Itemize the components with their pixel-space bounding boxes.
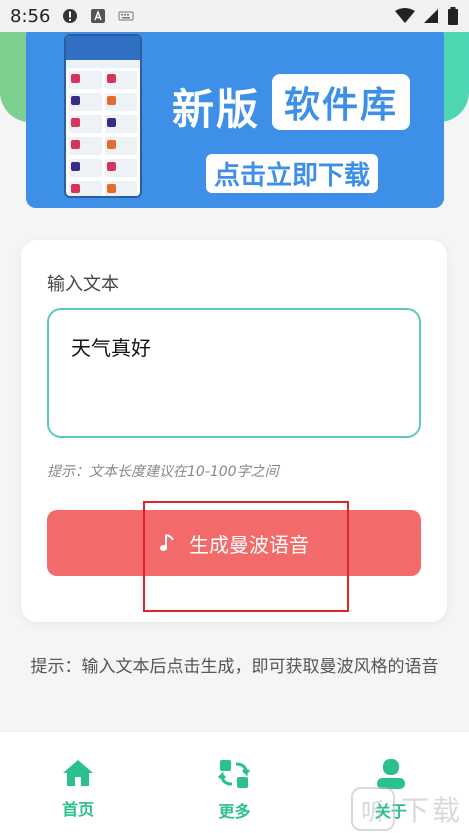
- music-note-icon: [160, 534, 174, 551]
- nav-label-more: 更多: [218, 802, 251, 821]
- status-bar: 8:56: [0, 0, 469, 32]
- status-right: [395, 7, 459, 25]
- text-input[interactable]: 天气真好: [47, 308, 421, 438]
- watermark: 听 下载: [350, 787, 463, 831]
- length-hint: 提示：文本长度建议在10-100字之间: [47, 464, 279, 480]
- user-icon: [376, 759, 405, 789]
- status-time: 8:56: [10, 5, 51, 27]
- usage-tip: 提示：输入文本后点击生成，即可获取曼波风格的语音: [30, 657, 439, 677]
- banner-title-library: 软件库: [272, 74, 411, 130]
- nav-label-home: 首页: [62, 800, 95, 819]
- banner-title-new: 新版: [172, 85, 261, 134]
- generate-voice-button[interactable]: 生成曼波语音: [47, 510, 421, 576]
- watermark-text: 下载: [400, 794, 463, 827]
- home-icon: [63, 760, 94, 786]
- download-banner[interactable]: 新版 软件库 点击立即下载: [26, 26, 444, 208]
- app-icon: [91, 9, 106, 23]
- wifi-icon: [395, 8, 415, 23]
- refresh-icon: [218, 760, 251, 788]
- phone-mockup-image: [64, 34, 142, 198]
- signal-icon: [424, 9, 438, 23]
- alert-icon: [63, 9, 78, 23]
- generate-button-label: 生成曼波语音: [189, 532, 309, 557]
- nav-item-more[interactable]: 更多: [156, 732, 312, 833]
- input-card: 输入文本 天气真好 提示：文本长度建议在10-100字之间 生成曼波语音: [21, 240, 447, 622]
- input-label: 输入文本: [47, 274, 119, 295]
- nav-item-home[interactable]: 首页: [0, 732, 156, 833]
- battery-icon: [448, 7, 458, 25]
- keyboard-icon: [118, 11, 134, 21]
- banner-download-button[interactable]: 点击立即下载: [206, 154, 379, 193]
- watermark-logo-icon: 听: [350, 787, 395, 831]
